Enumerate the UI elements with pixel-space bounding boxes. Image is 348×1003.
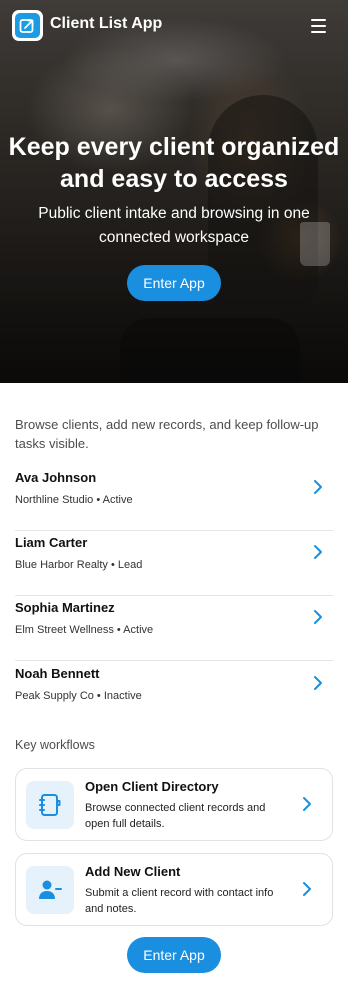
user-minus-icon — [26, 866, 74, 914]
add-new-client-card[interactable]: Add New Client Submit a client record wi… — [15, 853, 333, 926]
client-name: Ava Johnson — [15, 470, 97, 485]
hamburger-menu-icon[interactable] — [306, 14, 330, 38]
hero-person-silhouette — [208, 95, 318, 305]
client-meta: Blue Harbor Realty • Lead — [15, 559, 143, 571]
chevron-right-icon — [314, 610, 322, 624]
top-bar: Client List App — [0, 0, 348, 52]
hero-title: Keep every client organized and easy to … — [8, 133, 340, 193]
card-description: Submit a client record with contact info… — [85, 887, 274, 915]
chevron-right-icon — [314, 480, 322, 494]
chevron-right-icon — [303, 882, 311, 896]
enter-app-button-bottom[interactable]: Enter App — [127, 937, 221, 973]
open-client-directory-card[interactable]: Open Client Directory Browse connected c… — [15, 768, 333, 841]
hero-subtitle: Public client intake and browsing in one… — [38, 205, 310, 246]
app-logo[interactable] — [12, 10, 43, 41]
client-list-item[interactable]: Noah Bennett Peak Supply Co • Inactive — [15, 662, 333, 727]
client-name: Noah Bennett — [15, 666, 100, 681]
client-name: Liam Carter — [15, 535, 88, 550]
client-list-item[interactable]: Sophia Martinez Elm Street Wellness • Ac… — [15, 596, 333, 661]
chevron-right-icon — [314, 676, 322, 690]
card-description: Browse connected client records and open… — [85, 802, 266, 830]
chevron-right-icon — [303, 797, 311, 811]
address-book-icon — [26, 781, 74, 829]
chevron-right-icon — [314, 545, 322, 559]
client-list-item[interactable]: Ava Johnson Northline Studio • Active — [15, 466, 333, 531]
card-title: Open Client Directory — [85, 779, 219, 794]
upload-box-icon — [15, 13, 40, 38]
enter-app-button[interactable]: Enter App — [127, 265, 221, 301]
client-meta: Peak Supply Co • Inactive — [15, 690, 142, 702]
hero-section: Client List App Keep every client organi… — [0, 0, 348, 383]
client-meta: Northline Studio • Active — [15, 494, 133, 506]
client-name: Sophia Martinez — [15, 600, 115, 615]
app-title: Client List App — [50, 15, 163, 32]
intro-text: Browse clients, add new records, and kee… — [15, 417, 319, 451]
client-meta: Elm Street Wellness • Active — [15, 624, 154, 636]
hero-chair-shape — [120, 318, 300, 383]
client-list-item[interactable]: Liam Carter Blue Harbor Realty • Lead — [15, 531, 333, 596]
workflows-label: Key workflows — [15, 738, 95, 752]
card-title: Add New Client — [85, 864, 181, 879]
